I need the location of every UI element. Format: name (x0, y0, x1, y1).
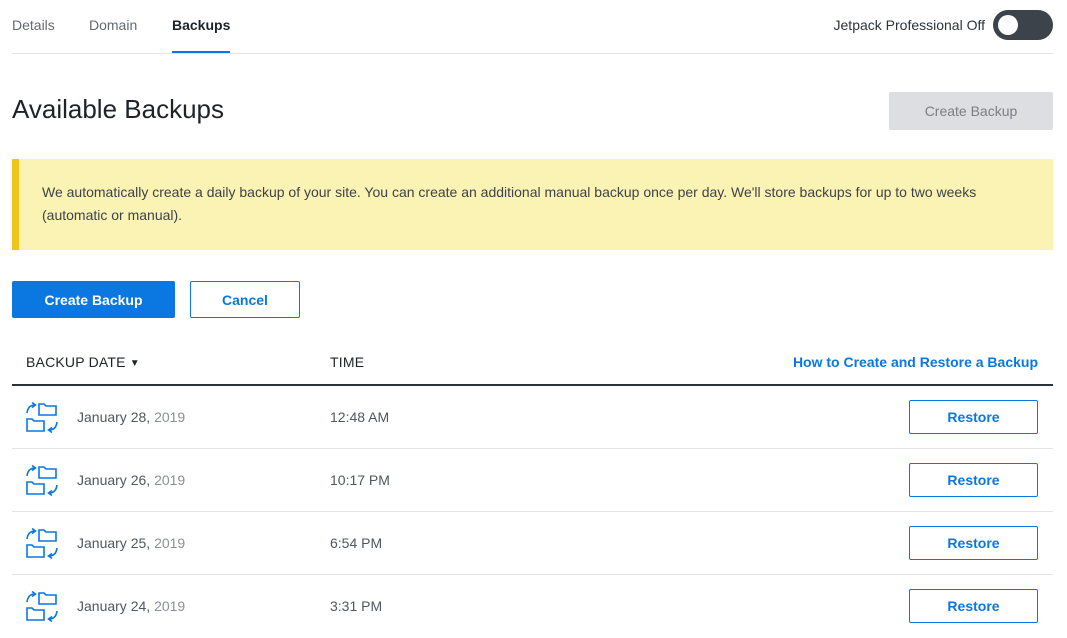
restore-button[interactable]: Restore (909, 589, 1038, 623)
row-date: January 28, 2019 (77, 409, 185, 425)
table-row: January 26, 2019 10:17 PM Restore (12, 449, 1053, 512)
row-date-day: January 26, (77, 472, 151, 488)
tab-details[interactable]: Details (12, 17, 55, 33)
row-date-year: 2019 (154, 409, 186, 425)
row-date-day: January 28, (77, 409, 151, 425)
row-date-year: 2019 (154, 598, 186, 614)
page-title: Available Backups (12, 94, 224, 124)
backup-restore-icon (26, 527, 58, 560)
toggle-knob (998, 15, 1018, 35)
jetpack-toggle[interactable] (993, 10, 1053, 40)
row-date-year: 2019 (154, 472, 186, 488)
backup-info-notice: We automatically create a daily backup o… (12, 159, 1053, 250)
tab-backups[interactable]: Backups (172, 17, 230, 33)
row-date: January 26, 2019 (77, 472, 185, 488)
row-time: 12:48 AM (330, 409, 390, 425)
column-header-time: TIME (330, 354, 365, 370)
backups-page: Details Domain Backups Jetpack Professio… (12, 0, 1053, 637)
restore-button[interactable]: Restore (909, 400, 1038, 434)
active-tab-indicator (172, 51, 230, 53)
row-time: 6:54 PM (330, 535, 383, 551)
tabs-bar: Details Domain Backups Jetpack Professio… (12, 0, 1053, 54)
table-row: January 24, 2019 3:31 PM Restore (12, 575, 1053, 638)
backup-restore-icon (26, 464, 58, 497)
help-link[interactable]: How to Create and Restore a Backup (793, 354, 1038, 370)
row-date-year: 2019 (154, 535, 186, 551)
caret-down-icon: ▼ (129, 358, 140, 369)
row-time: 3:31 PM (330, 598, 383, 614)
row-date-day: January 25, (77, 535, 151, 551)
create-backup-button[interactable]: Create Backup (12, 281, 175, 318)
backups-table-body: January 28, 2019 12:48 AM Restore Januar… (12, 386, 1053, 638)
jetpack-toggle-group: Jetpack Professional Off (834, 10, 1053, 40)
row-date: January 24, 2019 (77, 598, 185, 614)
table-row: January 28, 2019 12:48 AM Restore (12, 386, 1053, 449)
restore-button[interactable]: Restore (909, 526, 1038, 560)
create-backup-header-button[interactable]: Create Backup (889, 92, 1053, 130)
tab-domain[interactable]: Domain (89, 17, 137, 33)
backup-date-label: BACKUP DATE (26, 354, 126, 370)
restore-button[interactable]: Restore (909, 463, 1038, 497)
jetpack-label: Jetpack Professional Off (833, 17, 985, 33)
backups-table-header: BACKUP DATE ▼ TIME How to Create and Rest… (12, 340, 1053, 386)
row-date-day: January 24, (77, 598, 151, 614)
notice-text: We automatically create a daily backup o… (42, 184, 977, 223)
backup-restore-icon (26, 590, 58, 623)
column-header-backup-date[interactable]: BACKUP DATE ▼ (26, 354, 140, 370)
table-row: January 25, 2019 6:54 PM Restore (12, 512, 1053, 575)
backup-restore-icon (26, 401, 58, 434)
cancel-button[interactable]: Cancel (190, 281, 300, 318)
row-date: January 25, 2019 (77, 535, 185, 551)
row-time: 10:17 PM (330, 472, 390, 488)
